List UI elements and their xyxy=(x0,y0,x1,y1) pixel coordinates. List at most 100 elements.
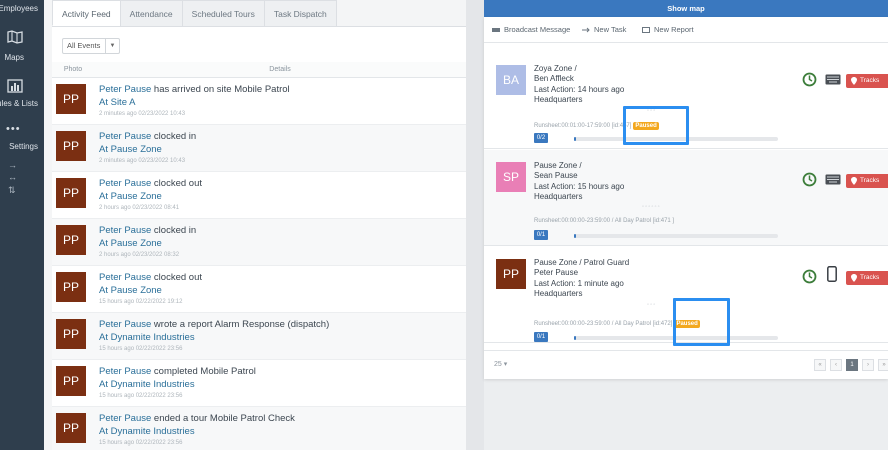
feed-event-time: 15 hours ago 02/22/2022 23:56 xyxy=(99,346,183,352)
feed-row[interactable]: PP Peter Pause ended a tour Mobile Patro… xyxy=(52,407,466,450)
page-size-select[interactable]: 25 ▾ xyxy=(494,360,507,368)
progress-fill xyxy=(574,137,576,141)
feed-event-text: Peter Pause completed Mobile Patrol xyxy=(99,366,256,377)
keyboard-icon[interactable] xyxy=(825,74,841,85)
sort-icon[interactable]: ⇅ xyxy=(8,185,20,196)
bar-chart-icon[interactable] xyxy=(7,79,23,93)
employee-link[interactable]: Peter Pause xyxy=(99,319,151,330)
employee-name[interactable]: Peter Pause xyxy=(534,268,629,278)
runsheet-info: Runsheet:00:00:00-23:59:00 / All Day Pat… xyxy=(534,218,674,224)
employee-zone: Pause Zone / Patrol Guard xyxy=(534,258,630,267)
arrow-right-icon xyxy=(582,27,590,33)
new-task-button[interactable]: New Task xyxy=(582,17,626,43)
show-map-button[interactable]: Show map xyxy=(484,0,888,17)
employee-last-action: Last Action: 15 hours ago xyxy=(534,181,625,191)
report-icon xyxy=(642,27,650,34)
arrow-right-icon[interactable]: → xyxy=(8,160,20,170)
sidebar-item-employees[interactable]: Employees xyxy=(0,4,38,13)
feed-event-time: 2 minutes ago 02/23/2022 10:43 xyxy=(99,111,186,117)
employee-link[interactable]: Peter Pause xyxy=(99,178,151,189)
tab-bar: Activity Feed Attendance Scheduled Tours… xyxy=(52,0,337,26)
employee-site: Headquarters xyxy=(534,95,583,105)
employee-link[interactable]: Peter Pause xyxy=(99,272,151,283)
feed-event-text: Peter Pause has arrived on site Mobile P… xyxy=(99,84,290,95)
employee-name[interactable]: Ben Affleck xyxy=(534,74,624,84)
employee-link[interactable]: Peter Pause xyxy=(99,225,151,236)
feed-event-location[interactable]: At Dynamite Industries xyxy=(99,426,195,437)
employee-zone: Zoya Zone / xyxy=(534,64,577,73)
avatar: SP xyxy=(496,162,526,192)
tab-task-dispatch[interactable]: Task Dispatch xyxy=(263,0,337,26)
drag-handle-icon[interactable]: ◦◦◦◦◦◦ xyxy=(642,204,661,210)
feed-row[interactable]: PP Peter Pause has arrived on site Mobil… xyxy=(52,78,466,125)
tracks-label: Tracks xyxy=(860,77,880,84)
progress-bar xyxy=(574,234,778,238)
feed-event-time: 15 hours ago 02/22/2022 23:56 xyxy=(99,393,183,399)
feed-event-text: Peter Pause clocked in xyxy=(99,225,196,236)
employee-link[interactable]: Peter Pause xyxy=(99,84,151,95)
sidebar-item-maps[interactable]: Maps xyxy=(4,53,24,62)
feed-row[interactable]: PP Peter Pause completed Mobile Patrol A… xyxy=(52,360,466,407)
location-pin-icon xyxy=(851,274,857,282)
employee-row[interactable]: SP Pause Zone / Sean Pause Last Action: … xyxy=(484,150,888,246)
tab-activity-feed[interactable]: Activity Feed xyxy=(52,0,121,26)
tracks-button[interactable]: Tracks xyxy=(846,271,888,285)
feed-event-text: Peter Pause clocked in xyxy=(99,131,196,142)
feed-event-text: Peter Pause wrote a report Alarm Respons… xyxy=(99,319,329,330)
chevron-down-icon[interactable]: ▼ xyxy=(105,39,119,53)
next-page-button[interactable]: › xyxy=(862,359,874,371)
feed-row[interactable]: PP Peter Pause wrote a report Alarm Resp… xyxy=(52,313,466,360)
tab-scheduled-tours[interactable]: Scheduled Tours xyxy=(181,0,265,26)
panel-divider[interactable] xyxy=(466,0,484,450)
first-page-button[interactable]: « xyxy=(814,359,826,371)
employee-zone: Pause Zone / xyxy=(534,161,582,170)
more-dots-icon[interactable]: ••• xyxy=(6,123,21,135)
feed-event-location[interactable]: At Pause Zone xyxy=(99,191,162,202)
tab-attendance[interactable]: Attendance xyxy=(119,0,183,26)
feed-row[interactable]: PP Peter Pause clocked in At Pause Zone … xyxy=(52,219,466,266)
feed-event-location[interactable]: At Pause Zone xyxy=(99,285,162,296)
collapse-icon[interactable]: ↔ xyxy=(8,172,20,182)
feed-row[interactable]: PP Peter Pause clocked out At Pause Zone… xyxy=(52,172,466,219)
feed-event-location[interactable]: At Dynamite Industries xyxy=(99,332,195,343)
avatar: PP xyxy=(56,272,86,302)
drag-handle-icon[interactable]: ◦◦◦ xyxy=(647,302,656,308)
clock-icon[interactable] xyxy=(802,172,817,187)
clock-icon[interactable] xyxy=(802,269,817,284)
event-filter-select[interactable]: All Events ▼ xyxy=(62,38,120,54)
employee-link[interactable]: Peter Pause xyxy=(99,131,151,142)
page-button-current[interactable]: 1 xyxy=(846,359,858,371)
sidebar-item-rules-lists[interactable]: Rules & Lists xyxy=(0,99,38,108)
tracks-button[interactable]: Tracks xyxy=(846,74,888,88)
keyboard-icon[interactable] xyxy=(825,174,841,185)
feed-row[interactable]: PP Peter Pause clocked in At Pause Zone … xyxy=(52,125,466,172)
avatar: PP xyxy=(56,413,86,443)
sidebar-item-settings[interactable]: Settings xyxy=(9,142,38,151)
employee-link[interactable]: Peter Pause xyxy=(99,413,151,424)
feed-event-action: wrote a report Alarm Response (dispatch) xyxy=(151,319,330,330)
employee-link[interactable]: Peter Pause xyxy=(99,366,151,377)
broadcast-message-button[interactable]: Broadcast Message xyxy=(492,17,570,43)
feed-event-location[interactable]: At Pause Zone xyxy=(99,238,162,249)
feed-event-location[interactable]: At Dynamite Industries xyxy=(99,379,195,390)
feed-row[interactable]: PP Peter Pause clocked out At Pause Zone… xyxy=(52,266,466,313)
page-size-value: 25 xyxy=(494,361,502,368)
new-report-button[interactable]: New Report xyxy=(642,17,694,43)
employee-name[interactable]: Sean Pause xyxy=(534,171,624,181)
tracks-label: Tracks xyxy=(860,274,880,281)
clock-icon[interactable] xyxy=(802,72,817,87)
checkpoint-count-badge: 0/1 xyxy=(534,332,548,342)
feed-event-location[interactable]: At Pause Zone xyxy=(99,144,162,155)
avatar: PP xyxy=(496,259,526,289)
tracks-button[interactable]: Tracks xyxy=(846,174,888,188)
last-page-button[interactable]: » xyxy=(878,359,888,371)
avatar: PP xyxy=(56,319,86,349)
phone-icon[interactable] xyxy=(827,266,837,282)
location-pin-icon xyxy=(851,77,857,85)
tracks-label: Tracks xyxy=(860,177,880,184)
feed-event-location[interactable]: At Site A xyxy=(99,97,135,108)
previous-page-button[interactable]: ‹ xyxy=(830,359,842,371)
map-icon[interactable] xyxy=(7,30,23,44)
feed-event-action: completed Mobile Patrol xyxy=(151,366,256,377)
new-task-label: New Task xyxy=(594,25,627,34)
